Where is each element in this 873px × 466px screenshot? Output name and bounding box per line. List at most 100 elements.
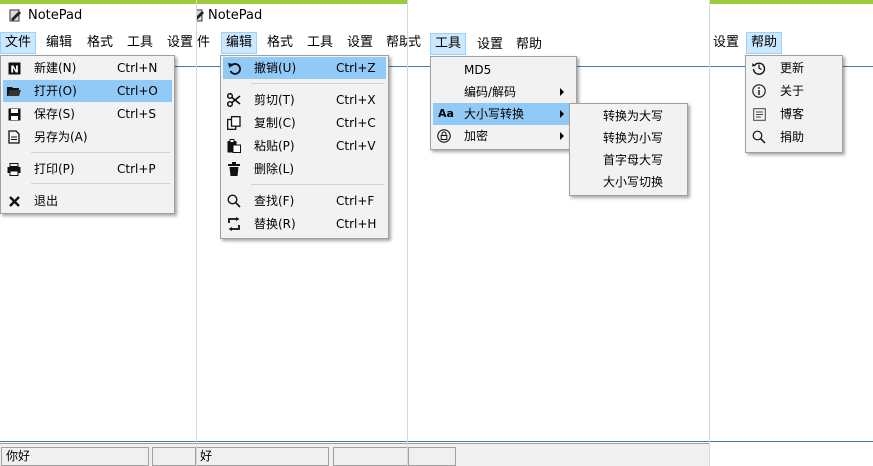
menu-item-encrypt[interactable]: 加密	[433, 125, 574, 147]
menu-help[interactable]: 帮助	[746, 32, 783, 54]
menu-item-label: 更新	[780, 61, 805, 75]
menu-item-find[interactable]: 查找(F) Ctrl+F	[223, 190, 386, 212]
menu-item-undo[interactable]: 撤销(U) Ctrl+Z	[223, 57, 386, 79]
menu-item-label: 退出	[34, 194, 59, 208]
scissors-icon	[227, 93, 241, 107]
help-menu-popup: 更新 关于 博客 捐助	[745, 55, 843, 153]
menu-settings[interactable]: 设置	[710, 32, 743, 54]
menu-format[interactable]: 格式	[83, 32, 117, 54]
menu-item-delete[interactable]: 删除(L)	[223, 158, 386, 180]
history-icon	[752, 61, 766, 75]
menu-item-save[interactable]: 保存(S) Ctrl+S	[3, 103, 172, 125]
menu-settings[interactable]: 设置	[343, 32, 377, 54]
blog-icon	[752, 107, 766, 121]
folder-open-icon	[7, 84, 21, 98]
status-bar	[710, 443, 873, 466]
info-icon	[752, 84, 766, 98]
menu-item-label: 删除(L)	[254, 162, 295, 176]
menu-item-label: 粘贴(P)	[254, 139, 295, 153]
app-icon	[197, 9, 205, 23]
notepad-window-tools: 式 工具 设置 帮助 MD5 编码/解码 Aa 大小写转换 加密 转换为大写 转…	[407, 0, 710, 466]
menu-item-open[interactable]: 打开(O) Ctrl+O	[3, 80, 172, 102]
menu-item-shortcut: Ctrl+V	[336, 139, 376, 153]
menu-help[interactable]: 帮助	[512, 34, 546, 56]
menu-item-label: MD5	[464, 63, 492, 77]
menu-item-label: 复制(C)	[254, 116, 296, 130]
menu-help[interactable]: 帮助	[382, 32, 408, 54]
new-file-icon: N	[7, 61, 21, 75]
editor-bottom-line	[0, 441, 196, 442]
edit-menu-popup: 撤销(U) Ctrl+Z 剪切(T) Ctrl+X 复制(C) Ctrl+C 粘…	[220, 55, 389, 239]
menu-item-label: 捐助	[780, 130, 805, 144]
menu-settings[interactable]: 设置	[473, 34, 507, 56]
menu-edit[interactable]: 编辑	[221, 32, 258, 54]
menu-format[interactable]: 式	[408, 32, 425, 54]
menu-tools[interactable]: 工具	[303, 32, 337, 54]
menu-file[interactable]: 件	[197, 32, 214, 54]
menu-bar: 设置 帮助	[710, 32, 873, 54]
undo-icon	[227, 61, 241, 75]
menu-item-replace[interactable]: 替换(R) Ctrl+H	[223, 213, 386, 235]
menu-file[interactable]: 文件	[0, 32, 37, 54]
file-menu-popup: N 新建(N) Ctrl+N 打开(O) Ctrl+O 保存(S) Ctrl+S…	[0, 55, 175, 214]
menu-item-exit[interactable]: 退出	[3, 190, 172, 212]
menu-tools[interactable]: 工具	[123, 32, 157, 54]
menu-item-md5[interactable]: MD5	[433, 59, 574, 81]
status-text: 你好	[1, 447, 149, 466]
menu-item-label: 转换为小写	[603, 131, 664, 145]
menu-item-print[interactable]: 打印(P) Ctrl+P	[3, 158, 172, 180]
app-icon	[8, 9, 22, 23]
menu-item-toggle-case[interactable]: 大小写切换	[572, 171, 685, 193]
close-icon	[7, 194, 21, 208]
window-title: NotePad	[208, 8, 263, 23]
save-as-icon	[7, 130, 21, 144]
case-icon: Aa	[438, 107, 454, 120]
menu-item-about[interactable]: 关于	[748, 80, 840, 102]
status-text: 好	[197, 447, 329, 466]
replace-icon	[227, 217, 241, 231]
menu-item-cut[interactable]: 剪切(T) Ctrl+X	[223, 89, 386, 111]
menu-tools[interactable]: 工具	[430, 33, 467, 55]
menu-item-label: 首字母大写	[603, 153, 664, 167]
editor-bottom-line	[710, 441, 873, 442]
menu-bar: 件 编辑 格式 工具 设置 帮助	[197, 32, 408, 54]
menu-item-blog[interactable]: 博客	[748, 103, 840, 125]
menu-separator	[251, 83, 384, 84]
menu-item-new[interactable]: N 新建(N) Ctrl+N	[3, 57, 172, 79]
menu-bar: 文件 编辑 格式 工具 设置	[0, 32, 196, 54]
menu-item-shortcut: Ctrl+P	[117, 162, 156, 176]
top-accent-line	[710, 0, 873, 4]
status-bar	[408, 443, 710, 466]
menu-item-shortcut: Ctrl+C	[336, 116, 376, 130]
menu-item-encode-decode[interactable]: 编码/解码	[433, 81, 574, 103]
notepad-window-help: 设置 帮助 更新 关于 博客 捐助	[709, 0, 873, 466]
menu-item-label: 撤销(U)	[254, 61, 297, 75]
notepad-window-edit: NotePad 件 编辑 格式 工具 设置 帮助 撤销(U) Ctrl+Z 剪切…	[196, 0, 408, 466]
menu-item-label: 查找(F)	[254, 194, 295, 208]
menu-separator	[251, 184, 384, 185]
menu-item-label: 关于	[780, 84, 805, 98]
menu-item-to-lower[interactable]: 转换为小写	[572, 127, 685, 149]
menu-item-update[interactable]: 更新	[748, 57, 840, 79]
menu-edit[interactable]: 编辑	[42, 32, 76, 54]
menu-item-to-upper[interactable]: 转换为大写	[572, 105, 685, 127]
menu-item-copy[interactable]: 复制(C) Ctrl+C	[223, 112, 386, 134]
menu-item-save-as[interactable]: 另存为(A)	[3, 126, 172, 148]
menu-item-paste[interactable]: 粘贴(P) Ctrl+V	[223, 135, 386, 157]
menu-item-case-convert[interactable]: Aa 大小写转换	[433, 103, 574, 125]
title-bar: NotePad	[197, 4, 408, 28]
menu-settings[interactable]: 设置	[163, 32, 196, 54]
menu-format[interactable]: 格式	[263, 32, 297, 54]
status-cell	[408, 447, 456, 466]
donate-search-icon	[752, 130, 766, 144]
menu-item-capitalize[interactable]: 首字母大写	[572, 149, 685, 171]
paste-icon	[227, 139, 241, 153]
trash-icon	[227, 162, 241, 176]
submenu-arrow-icon	[560, 110, 564, 118]
menu-item-donate[interactable]: 捐助	[748, 126, 840, 148]
editor-bottom-line	[408, 441, 710, 442]
tools-menu-popup: MD5 编码/解码 Aa 大小写转换 加密	[430, 56, 577, 150]
menu-item-label: 另存为(A)	[34, 130, 88, 144]
menu-item-shortcut: Ctrl+X	[336, 93, 376, 107]
editor-bottom-line	[197, 441, 408, 442]
